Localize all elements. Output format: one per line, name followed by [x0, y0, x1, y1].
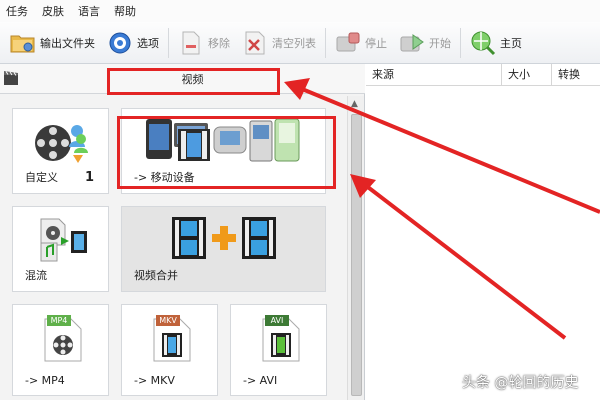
- output-folder-label: 输出文件夹: [40, 36, 95, 50]
- output-folder-button[interactable]: 输出文件夹: [4, 26, 101, 60]
- menu-bar: 任务 皮肤 语言 帮助: [0, 0, 600, 22]
- toolbar-separator: [325, 27, 326, 58]
- menu-help[interactable]: 帮助: [114, 3, 136, 19]
- annotation-box-category: [107, 68, 280, 95]
- remove-button[interactable]: 移除: [172, 26, 236, 60]
- mux-tile-label: 混流: [25, 269, 47, 282]
- mp4-badge-text: MP4: [50, 316, 68, 325]
- home-button[interactable]: 主页: [464, 26, 528, 60]
- options-button[interactable]: 选项: [101, 26, 165, 60]
- conversion-panel: 视频 自定义 1 -> 移动设备 混流 视频合并 MP4 -> MP4 MKV …: [0, 64, 365, 400]
- column-size[interactable]: 大小: [502, 64, 552, 86]
- folder-icon: [10, 30, 36, 56]
- stop-icon: [335, 30, 361, 56]
- column-convert[interactable]: 转换: [552, 64, 600, 86]
- avi-file-icon: AVI: [261, 313, 301, 363]
- custom-tile-label: 自定义: [25, 171, 58, 184]
- toolbar-separator: [460, 27, 461, 58]
- avi-tile[interactable]: AVI -> AVI: [230, 304, 327, 396]
- options-label: 选项: [137, 36, 159, 50]
- scroll-up-arrow-icon[interactable]: ▲: [351, 99, 358, 109]
- custom-tile[interactable]: 自定义 1: [12, 108, 109, 194]
- film-reel-users-icon: [33, 117, 91, 170]
- mp4-label: -> MP4: [25, 374, 65, 387]
- menu-skin[interactable]: 皮肤: [42, 3, 64, 19]
- video-merge-icon: [170, 215, 280, 264]
- menu-language[interactable]: 语言: [78, 3, 100, 19]
- mux-icon: [39, 217, 89, 266]
- custom-count: 1: [84, 170, 94, 185]
- avi-label: -> AVI: [243, 374, 278, 387]
- document-remove-icon: [178, 30, 204, 56]
- mux-tile[interactable]: 混流: [12, 206, 109, 292]
- home-label: 主页: [500, 36, 522, 50]
- stop-button[interactable]: 停止: [329, 26, 393, 60]
- remove-label: 移除: [208, 36, 230, 50]
- video-merge-label: 视频合并: [134, 269, 178, 282]
- mkv-tile[interactable]: MKV -> MKV: [121, 304, 218, 396]
- avi-badge-text: AVI: [270, 316, 284, 325]
- clapperboard-icon[interactable]: [3, 70, 19, 86]
- toolbar: 输出文件夹 选项 移除 清空列表 停止 开始 主页: [0, 22, 600, 64]
- clear-list-icon: [242, 30, 268, 56]
- clear-list-button[interactable]: 清空列表: [236, 26, 322, 60]
- video-merge-tile[interactable]: 视频合并: [121, 206, 326, 292]
- watermark: 头条 @轮回的历史: [462, 375, 579, 391]
- gear-icon: [107, 30, 133, 56]
- menu-task[interactable]: 任务: [6, 3, 28, 19]
- toolbar-separator: [168, 27, 169, 58]
- mkv-file-icon: MKV: [152, 313, 192, 363]
- start-label: 开始: [429, 36, 451, 50]
- scrollbar-thumb[interactable]: [351, 114, 362, 396]
- annotation-box-mobile: [117, 116, 336, 189]
- tile-scrollbar[interactable]: ▲: [347, 96, 364, 400]
- column-source[interactable]: 来源: [366, 64, 502, 86]
- file-list-panel: 来源 大小 转换: [366, 64, 600, 400]
- home-globe-icon: [470, 30, 496, 56]
- stop-label: 停止: [365, 36, 387, 50]
- mkv-badge-text: MKV: [159, 316, 177, 325]
- start-button[interactable]: 开始: [393, 26, 457, 60]
- mkv-label: -> MKV: [134, 374, 175, 387]
- clear-list-label: 清空列表: [272, 36, 316, 50]
- start-icon: [399, 30, 425, 56]
- mp4-tile[interactable]: MP4 -> MP4: [12, 304, 109, 396]
- mp4-file-icon: MP4: [43, 313, 83, 363]
